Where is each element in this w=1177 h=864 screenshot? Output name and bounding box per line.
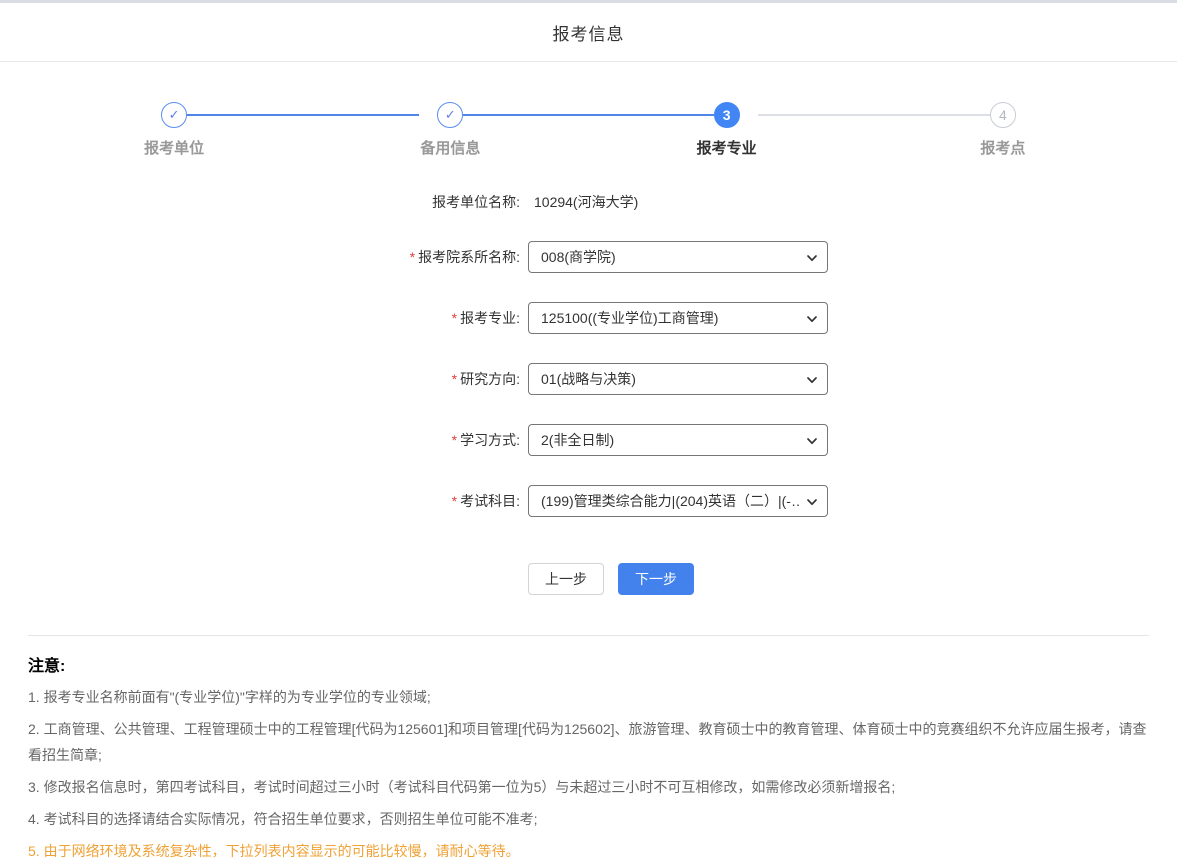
- step-label: 报考单位: [144, 137, 204, 158]
- study-mode-select-value: 2(非全日制): [541, 430, 614, 450]
- required-asterisk: *: [410, 249, 415, 265]
- research-direction-select-value: 01(战略与决策): [541, 369, 636, 389]
- chevron-down-icon: [806, 313, 818, 325]
- note-item-4: 4. 考试科目的选择请结合实际情况，符合招生单位要求，否则招生单位可能不准考;: [28, 806, 1149, 832]
- step-beiyong-xinxi: ✓ 备用信息: [312, 102, 588, 158]
- form-row-research-direction: *研究方向: 01(战略与决策): [0, 363, 1177, 395]
- form-row-major: *报考专业: 125100((专业学位)工商管理): [0, 302, 1177, 334]
- department-label-text: 报考院系所名称:: [418, 249, 520, 265]
- department-label: *报考院系所名称:: [0, 247, 528, 267]
- check-icon: ✓: [437, 102, 463, 128]
- chevron-down-icon: [806, 252, 818, 264]
- stepper: ✓ 报考单位 ✓ 备用信息 3 报考专业 4 报考点: [0, 102, 1177, 158]
- major-select[interactable]: 125100((专业学位)工商管理): [528, 302, 828, 334]
- unit-name-label: 报考单位名称:: [0, 192, 528, 212]
- step-baokao-danwei: ✓ 报考单位: [36, 102, 312, 158]
- required-asterisk: *: [452, 310, 457, 326]
- notes-section: 注意: 1. 报考专业名称前面有"(专业学位)"字样的为专业学位的专业领域; 2…: [0, 636, 1177, 864]
- form-row-unit-name: 报考单位名称: 10294(河海大学): [0, 192, 1177, 212]
- chevron-down-icon: [806, 496, 818, 508]
- major-label: *报考专业:: [0, 308, 528, 328]
- research-direction-label-text: 研究方向:: [460, 371, 520, 387]
- study-mode-label-text: 学习方式:: [460, 432, 520, 448]
- form-row-study-mode: *学习方式: 2(非全日制): [0, 424, 1177, 456]
- chevron-down-icon: [806, 435, 818, 447]
- department-select[interactable]: 008(商学院): [528, 241, 828, 273]
- form-row-department: *报考院系所名称: 008(商学院): [0, 241, 1177, 273]
- page-title: 报考信息: [553, 20, 625, 45]
- form-buttons: 上一步 下一步: [528, 563, 1177, 595]
- step-number: 3: [714, 102, 740, 128]
- required-asterisk: *: [452, 371, 457, 387]
- unit-name-value: 10294(河海大学): [528, 192, 638, 212]
- notes-heading: 注意:: [28, 652, 1149, 676]
- step-baokao-zhuanye: 3 报考专业: [589, 102, 865, 158]
- check-icon: ✓: [161, 102, 187, 128]
- application-form: 报考单位名称: 10294(河海大学) *报考院系所名称: 008(商学院) *…: [0, 192, 1177, 595]
- major-label-text: 报考专业:: [460, 310, 520, 326]
- page-header: 报考信息: [0, 0, 1177, 62]
- note-item-3: 3. 修改报名信息时，第四考试科目，考试时间超过三小时（考试科目代码第一位为5）…: [28, 774, 1149, 800]
- research-direction-label: *研究方向:: [0, 369, 528, 389]
- step-label: 报考点: [980, 137, 1025, 158]
- study-mode-select[interactable]: 2(非全日制): [528, 424, 828, 456]
- chevron-down-icon: [806, 374, 818, 386]
- research-direction-select[interactable]: 01(战略与决策): [528, 363, 828, 395]
- note-item-1: 1. 报考专业名称前面有"(专业学位)"字样的为专业学位的专业领域;: [28, 684, 1149, 710]
- required-asterisk: *: [452, 432, 457, 448]
- step-label: 报考专业: [697, 137, 757, 158]
- note-item-2: 2. 工商管理、公共管理、工程管理硕士中的工程管理[代码为125601]和项目管…: [28, 716, 1149, 768]
- required-asterisk: *: [452, 493, 457, 509]
- exam-subjects-select[interactable]: (199)管理类综合能力|(204)英语（二）|(-…: [528, 485, 828, 517]
- exam-subjects-select-value: (199)管理类综合能力|(204)英语（二）|(-…: [541, 491, 799, 511]
- major-select-value: 125100((专业学位)工商管理): [541, 308, 718, 328]
- form-row-exam-subjects: *考试科目: (199)管理类综合能力|(204)英语（二）|(-…: [0, 485, 1177, 517]
- exam-subjects-label: *考试科目:: [0, 491, 528, 511]
- study-mode-label: *学习方式:: [0, 430, 528, 450]
- step-label: 备用信息: [420, 137, 480, 158]
- department-select-value: 008(商学院): [541, 247, 616, 267]
- next-step-button[interactable]: 下一步: [618, 563, 694, 595]
- step-number: 4: [990, 102, 1016, 128]
- step-baokao-dian: 4 报考点: [865, 102, 1141, 158]
- exam-subjects-label-text: 考试科目:: [460, 493, 520, 509]
- previous-step-button[interactable]: 上一步: [528, 563, 604, 595]
- note-item-5: 5. 由于网络环境及系统复杂性，下拉列表内容显示的可能比较慢，请耐心等待。: [28, 838, 1149, 864]
